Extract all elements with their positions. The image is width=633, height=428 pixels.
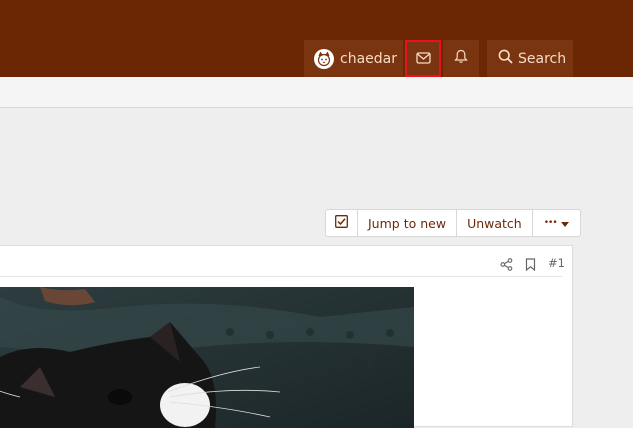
post-number-link[interactable]: #1 [548,256,565,270]
post: #1 [0,245,573,428]
sub-navigation-bar [0,77,633,108]
share-icon[interactable] [500,256,513,275]
kitten-photo [0,287,414,428]
caret-down-icon [560,216,569,231]
top-header: chaedar Search [0,0,633,77]
more-options-button[interactable]: ••• [531,210,580,236]
post-image[interactable] [0,287,414,428]
search-icon [498,49,513,68]
more-dots: ••• [543,218,558,228]
select-toggle[interactable] [326,210,357,236]
unwatch-button[interactable]: Unwatch [456,210,532,236]
jump-to-new-button[interactable]: Jump to new [357,210,456,236]
search-label: Search [518,50,567,67]
username: chaedar [340,50,397,67]
inbox-button[interactable] [405,40,441,77]
alerts-button[interactable] [443,40,479,77]
cat-avatar-icon [314,48,334,69]
post-header: #1 [0,246,565,277]
checkbox-icon [335,215,348,231]
account-button[interactable]: chaedar [304,40,403,77]
search-button[interactable]: Search [487,40,573,77]
bell-icon [454,49,468,68]
bookmark-icon[interactable] [525,256,536,275]
envelope-icon [415,49,431,68]
thread-tools: Jump to new Unwatch ••• [325,209,581,237]
